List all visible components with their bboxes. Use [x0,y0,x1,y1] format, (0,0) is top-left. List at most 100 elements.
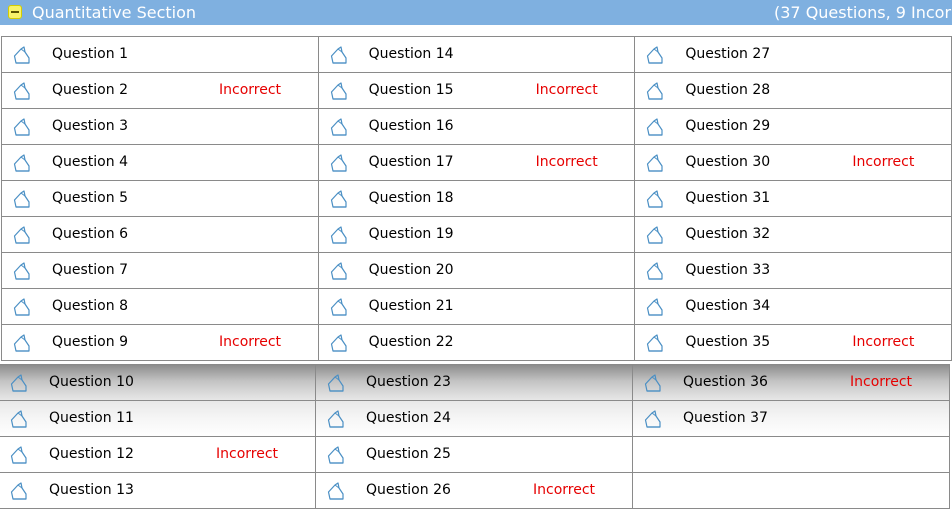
question-cell[interactable]: Question 17 Incorrect [317,144,636,181]
section-title: Quantitative Section [32,3,197,22]
question-label[interactable]: Question 2 [52,82,128,99]
question-label[interactable]: Question 18 [369,190,454,207]
question-cell[interactable]: Question 21 [317,288,636,325]
empty-cell [632,436,950,473]
question-cell[interactable]: Question 30 Incorrect [634,144,952,181]
question-icon [329,189,349,209]
question-icon [326,481,346,501]
question-cell[interactable]: Question 26 Incorrect [315,472,633,509]
question-cell[interactable]: Question 29 [634,108,952,145]
question-cell[interactable]: Question 36 Incorrect [632,364,950,401]
question-label[interactable]: Question 35 [685,334,770,351]
question-label[interactable]: Question 24 [366,410,451,427]
question-cell[interactable]: Question 20 [317,252,636,289]
question-icon [645,153,665,173]
question-label[interactable]: Question 9 [52,334,128,351]
question-icon [12,81,32,101]
question-label[interactable]: Question 1 [52,46,128,63]
question-cell[interactable]: Question 31 [634,180,952,217]
question-label[interactable]: Question 26 [366,482,451,499]
question-icon [12,261,32,281]
question-cell[interactable]: Question 10 [0,364,316,401]
question-label[interactable]: Question 37 [683,410,768,427]
question-label[interactable]: Question 10 [49,374,134,391]
question-label[interactable]: Question 17 [369,154,454,171]
question-cell[interactable]: Question 34 [634,288,952,325]
question-label[interactable]: Question 31 [685,190,770,207]
question-cell[interactable]: Question 9 Incorrect [1,324,319,361]
question-cell[interactable]: Question 16 [317,108,636,145]
question-cell[interactable]: Question 7 [1,252,319,289]
question-review-page: Quantitative Section (37 Questions, 9 In… [0,0,952,509]
question-icon [645,117,665,137]
question-cell[interactable]: Question 8 [1,288,319,325]
question-label[interactable]: Question 13 [49,482,134,499]
question-label[interactable]: Question 36 [683,374,768,391]
question-cell[interactable]: Question 23 [315,364,633,401]
question-label[interactable]: Question 7 [52,262,128,279]
table-row: Question 3 Question 16 Question 29 [1,108,952,145]
question-label[interactable]: Question 6 [52,226,128,243]
section-header[interactable]: Quantitative Section (37 Questions, 9 In… [0,0,952,25]
status-incorrect: Incorrect [535,82,598,98]
question-cell[interactable]: Question 32 [634,216,952,253]
question-cell[interactable]: Question 27 [634,36,952,73]
question-cell[interactable]: Question 37 [632,400,950,437]
question-cell[interactable]: Question 4 [1,144,319,181]
question-icon [329,153,349,173]
question-label[interactable]: Question 12 [49,446,134,463]
question-cell[interactable]: Question 19 [317,216,636,253]
question-icon [12,333,32,353]
question-label[interactable]: Question 32 [685,226,770,243]
question-icon [9,481,29,501]
question-grid-bottom: Question 10 Question 23 Question 36 Incorre… [0,364,950,509]
question-cell[interactable]: Question 35 Incorrect [634,324,952,361]
question-cell[interactable]: Question 1 [1,36,319,73]
question-icon [329,297,349,317]
question-label[interactable]: Question 34 [685,298,770,315]
question-cell[interactable]: Question 2 Incorrect [1,72,319,109]
question-label[interactable]: Question 20 [369,262,454,279]
question-label[interactable]: Question 28 [685,82,770,99]
question-label[interactable]: Question 29 [685,118,770,135]
question-cell[interactable]: Question 28 [634,72,952,109]
status-incorrect: Incorrect [852,154,915,170]
question-cell[interactable]: Question 11 [0,400,316,437]
question-cell[interactable]: Question 13 [0,472,316,509]
question-label[interactable]: Question 23 [366,374,451,391]
question-label[interactable]: Question 15 [369,82,454,99]
question-cell[interactable]: Question 22 [317,324,636,361]
question-icon [645,297,665,317]
question-cell[interactable]: Question 12 Incorrect [0,436,316,473]
collapse-icon[interactable] [8,5,22,19]
question-label[interactable]: Question 5 [52,190,128,207]
question-label[interactable]: Question 8 [52,298,128,315]
question-label[interactable]: Question 11 [49,410,134,427]
question-cell[interactable]: Question 6 [1,216,319,253]
question-label[interactable]: Question 22 [369,334,454,351]
question-cell[interactable]: Question 5 [1,180,319,217]
question-cell[interactable]: Question 3 [1,108,319,145]
question-label[interactable]: Question 19 [369,226,454,243]
question-cell[interactable]: Question 33 [634,252,952,289]
question-icon [643,409,663,429]
question-label[interactable]: Question 14 [369,46,454,63]
question-icon [9,373,29,393]
section-summary: (37 Questions, 9 Incorrect) [774,3,952,22]
question-grid-top: Question 1 Question 14 Question 27 Question… [1,36,952,361]
status-incorrect: Incorrect [216,446,279,462]
question-cell[interactable]: Question 14 [317,36,636,73]
question-label[interactable]: Question 30 [685,154,770,171]
question-label[interactable]: Question 3 [52,118,128,135]
question-cell[interactable]: Question 18 [317,180,636,217]
question-label[interactable]: Question 27 [685,46,770,63]
question-cell[interactable]: Question 25 [315,436,633,473]
question-label[interactable]: Question 33 [685,262,770,279]
question-cell[interactable]: Question 24 [315,400,633,437]
status-incorrect: Incorrect [850,374,913,390]
question-cell[interactable]: Question 15 Incorrect [317,72,636,109]
question-label[interactable]: Question 21 [369,298,454,315]
question-label[interactable]: Question 4 [52,154,128,171]
question-label[interactable]: Question 16 [369,118,454,135]
question-label[interactable]: Question 25 [366,446,451,463]
